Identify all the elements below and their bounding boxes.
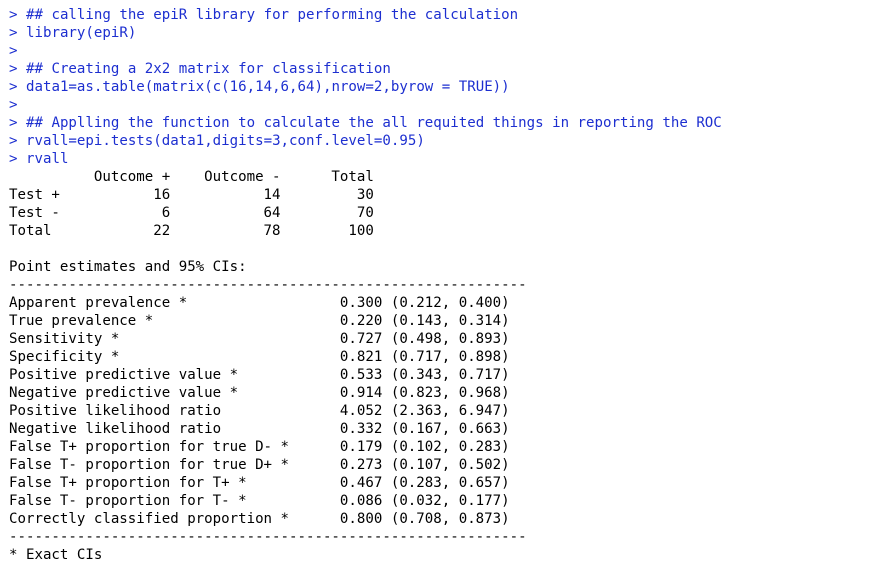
console-input-line: > rvall=epi.tests(data1,digits=3,conf.le… [9, 132, 425, 150]
prompt-symbol: > [9, 7, 18, 23]
prompt-symbol: > [9, 115, 18, 131]
estimate-row: True prevalence * 0.220 (0.143, 0.314) [9, 313, 510, 329]
estimate-row: Positive likelihood ratio 4.052 (2.363, … [9, 403, 510, 419]
prompt-symbol: > [9, 25, 18, 41]
estimate-row: Sensitivity * 0.727 (0.498, 0.893) [9, 331, 510, 347]
console-input-line: > rvall [9, 150, 68, 168]
estimate-row: Apparent prevalence * 0.300 (0.212, 0.40… [9, 295, 510, 311]
estimate-row: False T- proportion for T- * 0.086 (0.03… [9, 493, 510, 509]
clipped-previous-output: ▀ ▀▀▀▀ [14, 0, 64, 1]
estimate-row: Positive predictive value * 0.533 (0.343… [9, 367, 510, 383]
console-input-line: > ## Applling the function to calculate … [9, 114, 722, 132]
table-row: Test + 16 14 30 [9, 187, 374, 203]
estimate-row: Specificity * 0.821 (0.717, 0.898) [9, 349, 510, 365]
console-input-line: > [9, 42, 26, 60]
section-heading: Point estimates and 95% CIs: [9, 259, 247, 275]
r-console[interactable]: ▀ ▀▀▀▀ > ## calling the epiR library for… [0, 0, 882, 567]
prompt-symbol: > [9, 151, 18, 167]
command-text: ## calling the epiR library for performi… [26, 7, 519, 23]
command-text: library(epiR) [26, 25, 137, 41]
prompt-symbol: > [9, 133, 18, 149]
table-header-row: Outcome + Outcome - Total [9, 169, 374, 185]
prompt-symbol: > [9, 97, 18, 113]
command-text: data1=as.table(matrix(c(16,14,6,64),nrow… [26, 79, 510, 95]
footnote: * Exact CIs [9, 547, 103, 563]
divider-top: ----------------------------------------… [9, 277, 527, 293]
prompt-symbol: > [9, 61, 18, 77]
command-text: rvall [26, 151, 69, 167]
prompt-symbol: > [9, 43, 18, 59]
estimate-row: False T+ proportion for true D- * 0.179 … [9, 439, 510, 455]
console-input-line: > library(epiR) [9, 24, 136, 42]
divider-bottom: ----------------------------------------… [9, 529, 527, 545]
console-input-line: > ## Creating a 2x2 matrix for classific… [9, 60, 391, 78]
command-text: ## Creating a 2x2 matrix for classificat… [26, 61, 391, 77]
console-input-line: > [9, 96, 26, 114]
estimate-row: Correctly classified proportion * 0.800 … [9, 511, 510, 527]
command-text: ## Applling the function to calculate th… [26, 115, 722, 131]
estimate-row: Negative predictive value * 0.914 (0.823… [9, 385, 510, 401]
table-row: Total 22 78 100 [9, 223, 374, 239]
estimate-row: False T- proportion for true D+ * 0.273 … [9, 457, 510, 473]
estimate-row: False T+ proportion for T+ * 0.467 (0.28… [9, 475, 510, 491]
command-text: rvall=epi.tests(data1,digits=3,conf.leve… [26, 133, 425, 149]
prompt-symbol: > [9, 79, 18, 95]
estimate-row: Negative likelihood ratio 0.332 (0.167, … [9, 421, 510, 437]
table-row: Test - 6 64 70 [9, 205, 374, 221]
console-input-line: > data1=as.table(matrix(c(16,14,6,64),nr… [9, 78, 510, 96]
console-input-line: > ## calling the epiR library for perfor… [9, 6, 518, 24]
